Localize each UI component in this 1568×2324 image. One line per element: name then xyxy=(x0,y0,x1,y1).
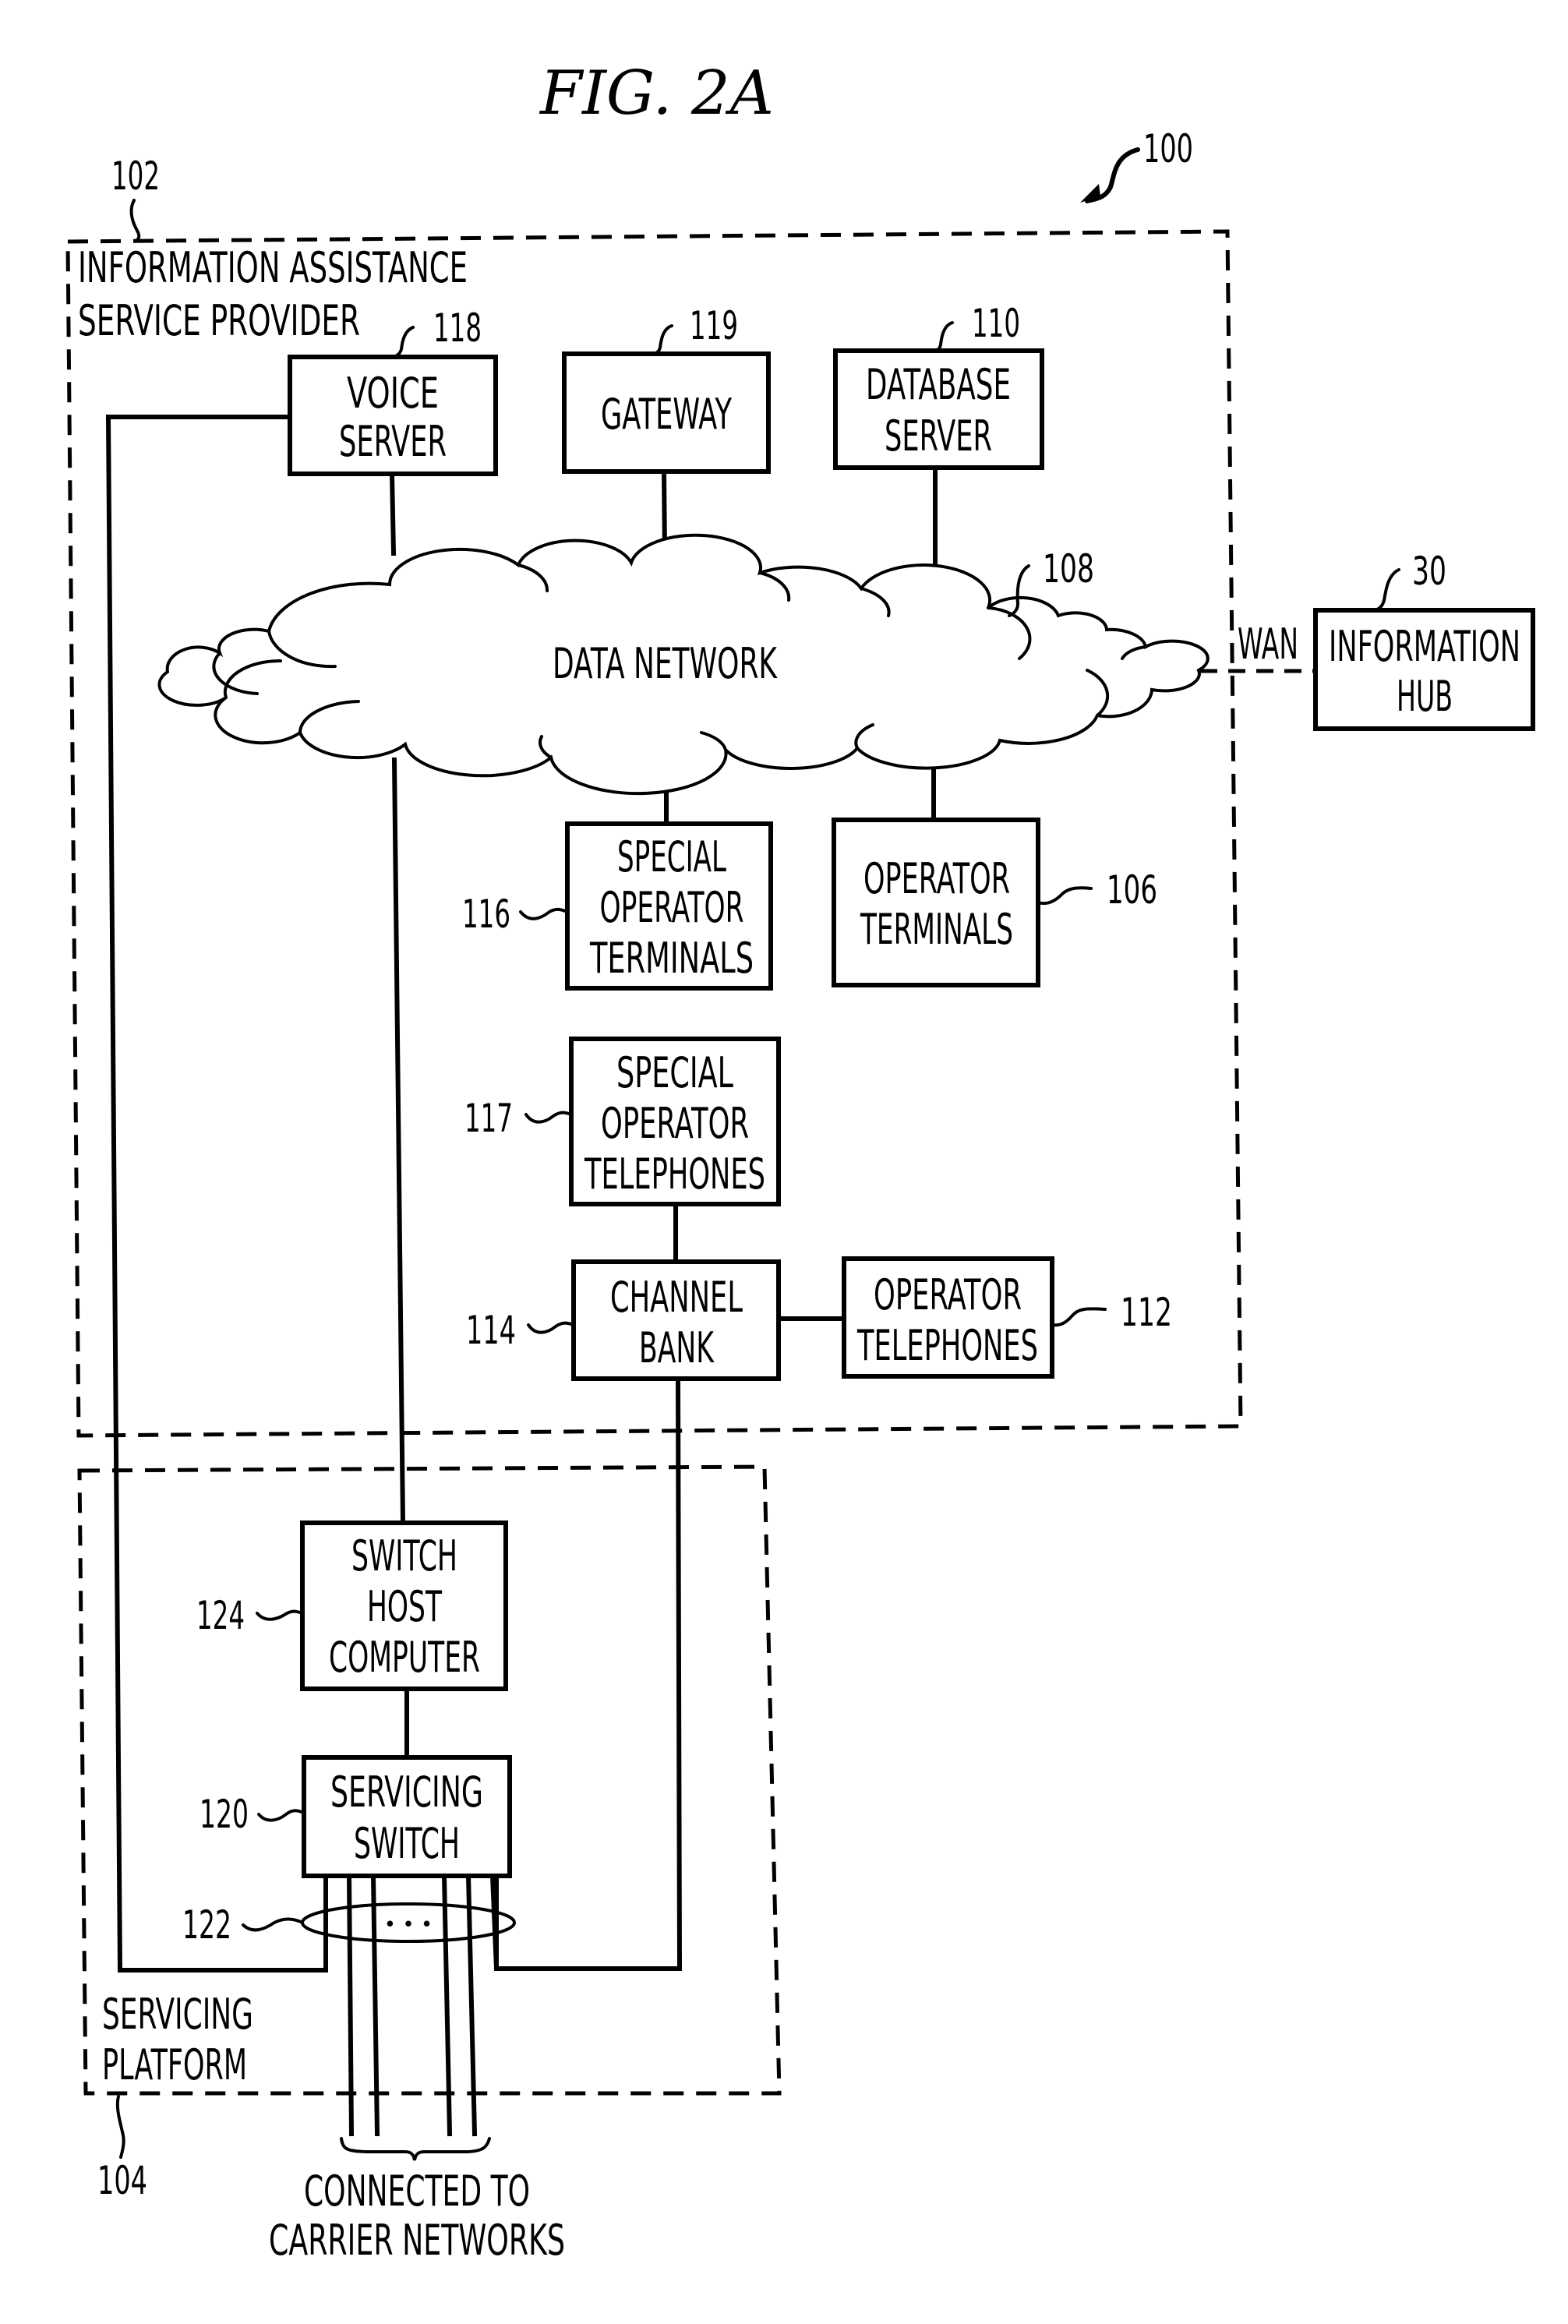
trunk-bundle-ref-leader xyxy=(242,1917,304,1932)
special-operator-telephones-ref-leader xyxy=(524,1111,573,1124)
special-operator-telephones-line1: SPECIAL xyxy=(616,1048,733,1097)
servicing-switch-line2: SWITCH xyxy=(354,1819,460,1868)
carrier-label-line1: CONNECTED TO xyxy=(304,2167,530,2216)
platform-region-label-line1: SERVICING xyxy=(102,1990,253,2039)
channel-bank-node: CHANNEL BANK 114 xyxy=(466,1259,781,1381)
special-operator-terminals-line1: SPECIAL xyxy=(617,832,726,881)
special-operator-terminals-line2: OPERATOR xyxy=(600,883,744,932)
operator-telephones-node: OPERATOR TELEPHONES 112 xyxy=(842,1256,1172,1379)
channel-bank-ref: 114 xyxy=(466,1308,516,1353)
information-hub-label-line2: HUB xyxy=(1397,672,1453,721)
system-ref-label: 100 xyxy=(1143,126,1193,171)
carrier-brace xyxy=(340,2137,491,2161)
voice-server-to-switch-host xyxy=(389,471,397,556)
information-hub-label-line1: INFORMATION xyxy=(1329,622,1520,671)
operator-terminals-line1: OPERATOR xyxy=(863,854,1010,903)
platform-region-label-line2: PLATFORM xyxy=(102,2040,247,2089)
trunk-bundle-ref: 122 xyxy=(182,1902,231,1948)
voice-server-label-line1: VOICE xyxy=(347,369,439,418)
voice-server-label-line2: SERVER xyxy=(339,417,447,466)
platform-ref-leader xyxy=(115,2095,125,2159)
operator-telephones-line1: OPERATOR xyxy=(874,1270,1022,1319)
servicing-switch-ref: 120 xyxy=(200,1792,249,1837)
information-hub-node: INFORMATION HUB 30 WAN xyxy=(1238,549,1535,731)
gateway-node: GATEWAY 119 xyxy=(562,303,771,474)
information-hub-ref: 30 xyxy=(1412,549,1446,594)
gateway-ref: 119 xyxy=(690,303,738,348)
special-operator-terminals-line3: TERMINALS xyxy=(589,934,754,983)
special-operator-telephones-line3: TELEPHONES xyxy=(584,1150,765,1199)
special-operator-terminals-node: SPECIAL OPERATOR TERMINALS 116 xyxy=(462,821,773,991)
special-operator-telephones-node: SPECIAL OPERATOR TELEPHONES 117 xyxy=(464,1037,781,1206)
data-network-cloud: DATA NETWORK 108 xyxy=(157,533,1210,796)
switch-host-computer-line2: HOST xyxy=(367,1582,443,1631)
database-server-node: DATABASE SERVER 110 xyxy=(833,301,1044,470)
provider-region-ref: 102 xyxy=(111,154,160,199)
switch-host-computer-node: SWITCH HOST COMPUTER 124 xyxy=(196,1520,508,1691)
operator-telephones-ref: 112 xyxy=(1121,1290,1172,1335)
wan-label: WAN xyxy=(1238,620,1298,669)
special-operator-telephones-ref: 117 xyxy=(464,1096,513,1141)
data-network-label: DATA NETWORK xyxy=(553,639,778,688)
servicing-switch-line1: SERVICING xyxy=(330,1768,483,1817)
channel-bank-line2: BANK xyxy=(639,1323,715,1372)
channel-bank-ref-leader xyxy=(527,1321,575,1334)
provider-ref-leader xyxy=(129,199,141,242)
servicing-switch-ref-leader xyxy=(257,1809,305,1822)
patent-diagram: FIG. 2A 100 102 INFORMATION ASSISTANCE S… xyxy=(65,58,1535,2265)
operator-terminals-ref: 106 xyxy=(1107,867,1157,913)
gateway-ref-leader xyxy=(653,324,673,355)
special-operator-terminals-ref-leader xyxy=(519,907,569,920)
operator-terminals-line2: TERMINALS xyxy=(860,905,1013,954)
data-network-to-switch-host xyxy=(391,757,406,1526)
channel-bank-line1: CHANNEL xyxy=(610,1273,743,1322)
switch-host-computer-line1: SWITCH xyxy=(351,1531,457,1581)
switch-host-computer-line3: COMPUTER xyxy=(329,1633,480,1682)
data-network-ref: 108 xyxy=(1043,546,1094,592)
operator-telephones-ref-leader xyxy=(1051,1307,1107,1327)
special-operator-terminals-ref: 116 xyxy=(462,892,510,937)
carrier-label-line2: CARRIER NETWORKS xyxy=(269,2216,565,2265)
database-server-ref: 110 xyxy=(972,301,1020,346)
figure-title: FIG. 2A xyxy=(539,58,774,129)
operator-telephones-line2: TELEPHONES xyxy=(856,1321,1038,1370)
database-server-label-line1: DATABASE xyxy=(866,360,1011,409)
switch-host-computer-ref: 124 xyxy=(196,1593,245,1638)
platform-region-ref: 104 xyxy=(97,2158,147,2203)
voice-server-ref: 118 xyxy=(433,306,482,351)
switch-host-computer-ref-leader xyxy=(256,1609,304,1621)
information-hub-ref-leader xyxy=(1374,568,1400,612)
database-server-ref-leader xyxy=(934,321,954,352)
operator-terminals-ref-leader xyxy=(1037,886,1093,906)
voice-server-ref-leader xyxy=(393,326,415,358)
special-operator-telephones-line2: OPERATOR xyxy=(601,1099,749,1148)
trunk-bundle-ellipsis: • • • xyxy=(384,1913,433,1937)
provider-region-label-line2: SERVICE PROVIDER xyxy=(78,296,360,345)
provider-region-label-line1: INFORMATION ASSISTANCE xyxy=(78,243,468,292)
gateway-label: GATEWAY xyxy=(601,390,733,439)
operator-terminals-node: OPERATOR TERMINALS 106 xyxy=(832,818,1157,987)
database-server-label-line2: SERVER xyxy=(885,411,992,461)
trunk-line xyxy=(346,1873,355,2137)
